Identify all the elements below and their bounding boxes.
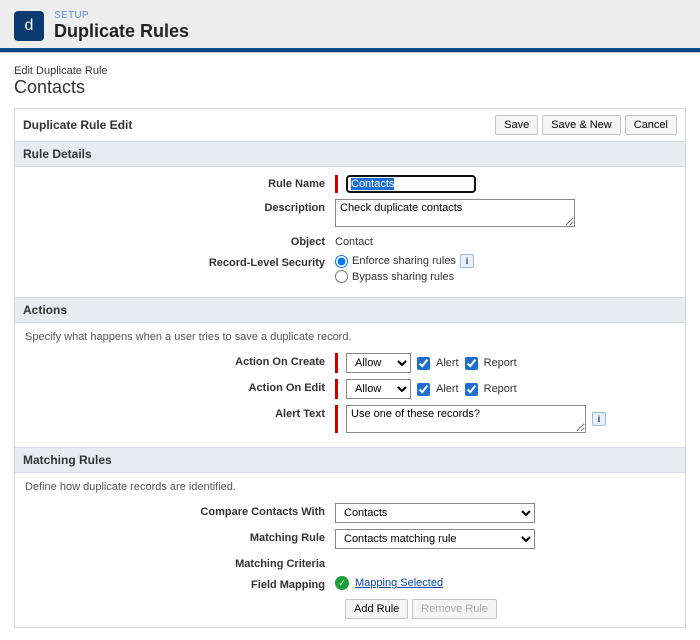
action-on-edit-select[interactable]: Allow xyxy=(346,379,411,399)
required-mark-icon xyxy=(335,175,338,193)
matching-criteria-value xyxy=(335,555,338,570)
create-report-checkbox[interactable] xyxy=(465,357,478,370)
required-mark-icon xyxy=(335,405,338,433)
rls-bypass-label: Bypass sharing rules xyxy=(352,271,454,283)
action-on-edit-label: Action On Edit xyxy=(25,379,335,394)
save-button[interactable]: Save xyxy=(495,115,538,135)
matching-criteria-label: Matching Criteria xyxy=(25,555,335,570)
description-textarea[interactable] xyxy=(335,199,575,227)
edit-panel: Duplicate Rule Edit Save Save & New Canc… xyxy=(14,108,686,628)
matching-rule-label: Matching Rule xyxy=(25,529,335,544)
edit-alert-label: Alert xyxy=(436,383,459,395)
edit-alert-checkbox[interactable] xyxy=(417,383,430,396)
panel-title: Duplicate Rule Edit xyxy=(23,118,132,132)
compare-with-label: Compare Contacts With xyxy=(25,503,335,518)
rls-label: Record-Level Security xyxy=(25,254,335,269)
edit-report-checkbox[interactable] xyxy=(465,383,478,396)
record-name: Contacts xyxy=(14,77,686,98)
info-icon[interactable]: i xyxy=(460,254,474,268)
required-mark-icon xyxy=(335,379,338,399)
action-on-create-select[interactable]: Allow xyxy=(346,353,411,373)
alert-text-textarea[interactable] xyxy=(346,405,586,433)
rule-name-label: Rule Name xyxy=(25,175,335,190)
mapping-selected-link[interactable]: Mapping Selected xyxy=(355,577,443,589)
edit-report-label: Report xyxy=(484,383,517,395)
description-label: Description xyxy=(25,199,335,214)
rls-bypass-radio[interactable] xyxy=(335,270,348,283)
actions-help: Specify what happens when a user tries t… xyxy=(25,331,675,347)
edit-prefix: Edit Duplicate Rule xyxy=(14,65,686,77)
compare-with-select[interactable]: Contacts xyxy=(335,503,535,523)
rule-name-input[interactable] xyxy=(346,175,476,193)
setup-label: SETUP xyxy=(54,10,189,21)
rls-enforce-label: Enforce sharing rules xyxy=(352,255,456,267)
action-on-create-label: Action On Create xyxy=(25,353,335,368)
alert-text-label: Alert Text xyxy=(25,405,335,420)
matching-rule-select[interactable]: Contacts matching rule xyxy=(335,529,535,549)
setup-header: d SETUP Duplicate Rules xyxy=(0,0,700,53)
actions-section: Actions xyxy=(15,297,685,323)
matching-help: Define how duplicate records are identif… xyxy=(25,481,675,497)
info-icon[interactable]: i xyxy=(592,412,606,426)
page-title: Duplicate Rules xyxy=(54,21,189,42)
save-and-new-button[interactable]: Save & New xyxy=(542,115,621,135)
app-icon: d xyxy=(14,11,44,41)
remove-rule-button[interactable]: Remove Rule xyxy=(412,599,497,619)
add-rule-button[interactable]: Add Rule xyxy=(345,599,408,619)
create-alert-checkbox[interactable] xyxy=(417,357,430,370)
rule-details-section: Rule Details xyxy=(15,141,685,167)
object-label: Object xyxy=(25,233,335,248)
check-icon: ✓ xyxy=(335,576,349,590)
create-report-label: Report xyxy=(484,357,517,369)
object-value: Contact xyxy=(335,233,373,248)
cancel-button[interactable]: Cancel xyxy=(625,115,677,135)
create-alert-label: Alert xyxy=(436,357,459,369)
field-mapping-label: Field Mapping xyxy=(25,576,335,591)
rls-enforce-radio[interactable] xyxy=(335,255,348,268)
required-mark-icon xyxy=(335,353,338,373)
matching-section: Matching Rules xyxy=(15,447,685,473)
